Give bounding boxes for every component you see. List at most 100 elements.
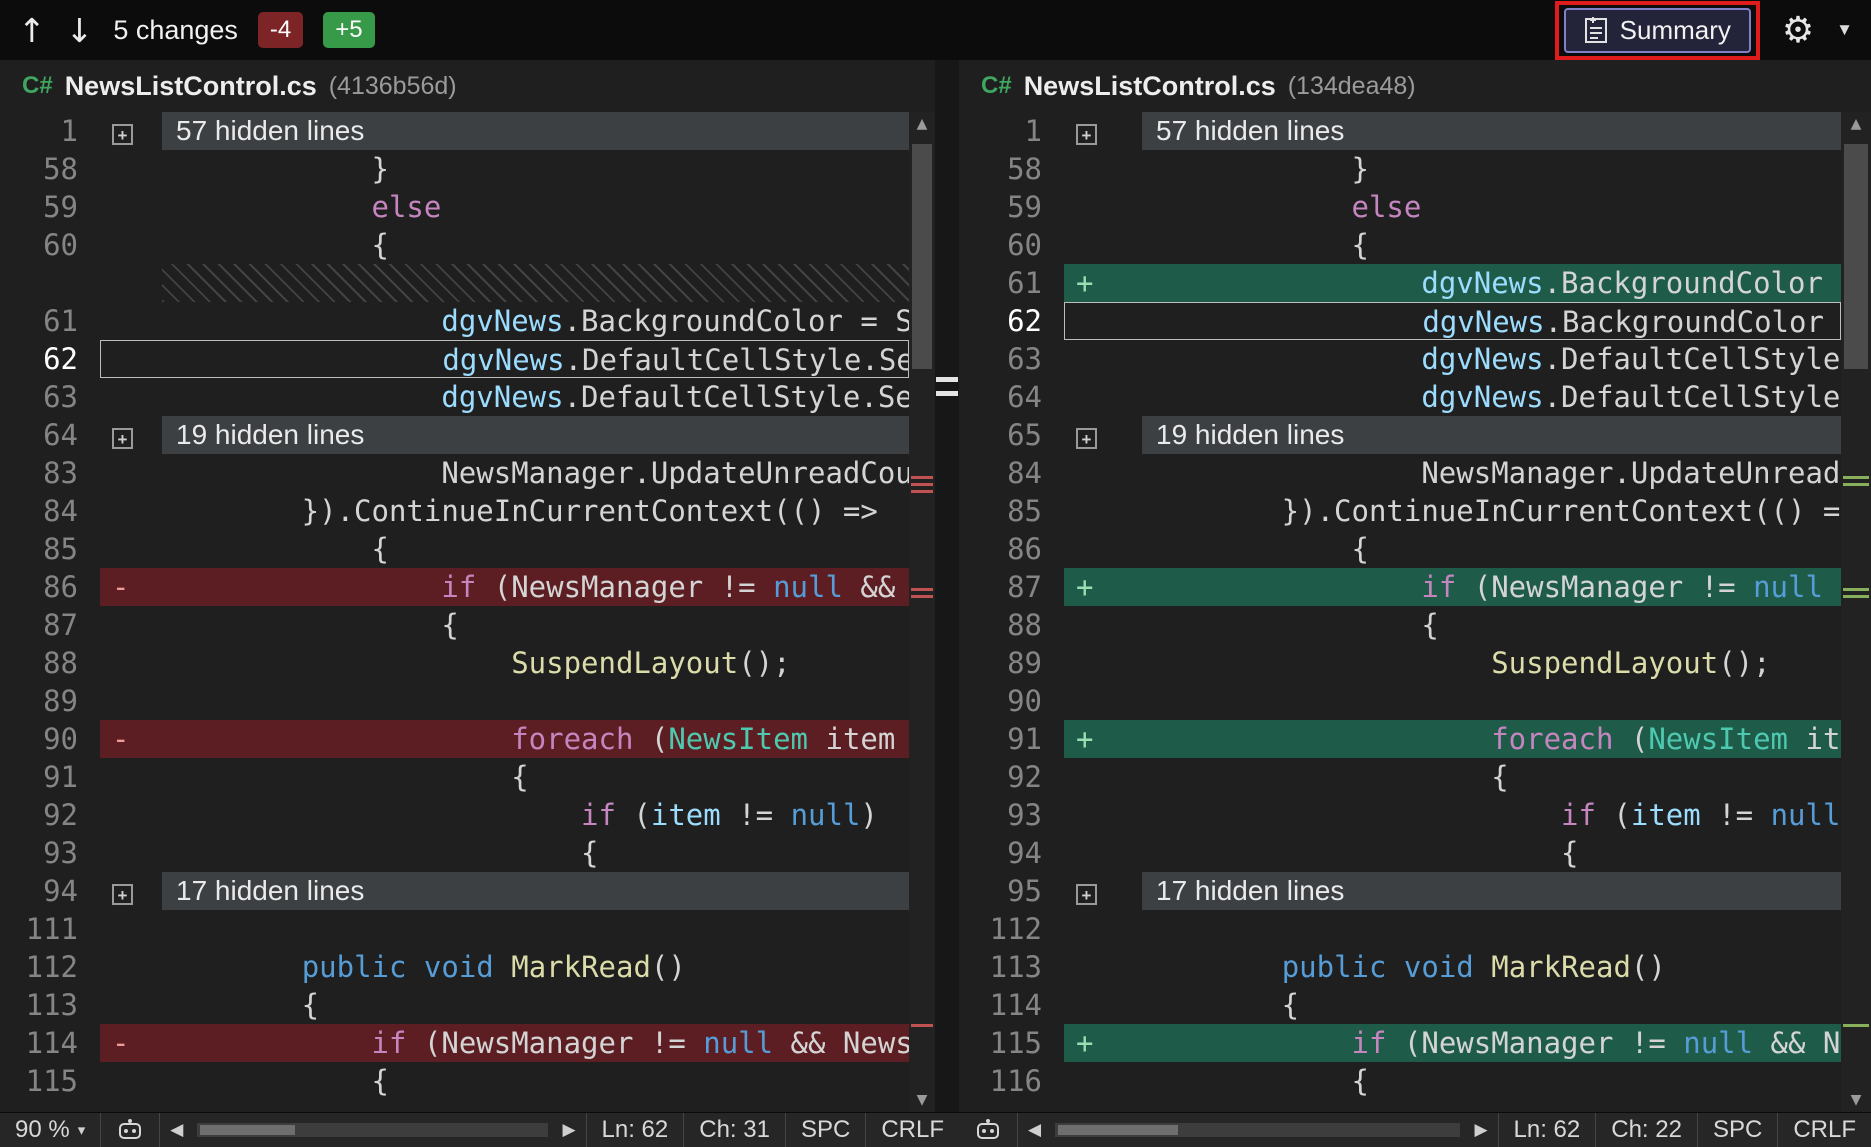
expand-icon[interactable]: + (1076, 428, 1097, 449)
line-body[interactable]: +57 hidden lines (100, 112, 909, 150)
code-row[interactable]: 87 { (0, 606, 909, 644)
code-row[interactable]: 63 dgvNews.DefaultCellStyle.SelectionFor… (0, 378, 909, 416)
line-number[interactable]: 59 (959, 188, 1064, 226)
line-body[interactable]: } (1064, 150, 1841, 188)
code-row[interactable]: 88 { (959, 606, 1841, 644)
line-body[interactable]: if (item != null) (100, 796, 909, 834)
code-row[interactable]: 94 { (959, 834, 1841, 872)
code-row[interactable]: 113 public void MarkRead() (959, 948, 1841, 986)
code-row[interactable]: 59 else (959, 188, 1841, 226)
line-body[interactable]: +17 hidden lines (100, 872, 909, 910)
right-scrollbar-thumb[interactable] (1844, 144, 1868, 369)
status-whitespace-mode[interactable]: SPC (786, 1113, 866, 1147)
hidden-lines-row[interactable]: 65+19 hidden lines (959, 416, 1841, 454)
line-body[interactable]: +19 hidden lines (100, 416, 909, 454)
line-body[interactable]: { (100, 758, 909, 796)
hidden-lines-band[interactable]: 57 hidden lines (1142, 112, 1841, 150)
line-body[interactable]: { (1064, 986, 1841, 1024)
hidden-lines-band[interactable]: 17 hidden lines (1142, 872, 1841, 910)
code-row[interactable]: 58 } (959, 150, 1841, 188)
code-row[interactable]: 85 }).ContinueInCurrentContext(() => (959, 492, 1841, 530)
code-row[interactable]: 90 (959, 682, 1841, 720)
line-body[interactable]: - if (NewsManager != null && NewsManager… (100, 1024, 909, 1062)
code-row[interactable]: 115+ if (NewsManager != null && NewsMana… (959, 1024, 1841, 1062)
code-row[interactable]: 88 SuspendLayout(); (0, 644, 909, 682)
scroll-down-button[interactable]: ▼ (909, 1088, 935, 1112)
settings-gear-icon[interactable]: ⚙ (1782, 10, 1814, 51)
line-body[interactable]: }).ContinueInCurrentContext(() => (100, 492, 909, 530)
status-whitespace-mode[interactable]: SPC (1698, 1113, 1778, 1147)
line-body[interactable]: { (100, 1062, 909, 1100)
status-line-ending[interactable]: CRLF (866, 1113, 959, 1147)
code-row[interactable]: 91 { (0, 758, 909, 796)
line-body[interactable]: dgvNews.BackgroundColor = SystemColors.W… (1064, 302, 1841, 340)
code-row[interactable]: 62 dgvNews.BackgroundColor = SystemColor… (959, 302, 1841, 340)
code-row[interactable]: 92 { (959, 758, 1841, 796)
hscroll-thumb[interactable] (200, 1125, 295, 1135)
line-body[interactable] (100, 910, 909, 948)
code-row[interactable]: 89 SuspendLayout(); (959, 644, 1841, 682)
line-body[interactable]: }).ContinueInCurrentContext(() => (1064, 492, 1841, 530)
line-number[interactable]: 115 (0, 1062, 100, 1100)
line-number[interactable]: 86 (0, 568, 100, 606)
line-number[interactable]: 58 (959, 150, 1064, 188)
filler-row[interactable] (0, 264, 909, 302)
status-line-ending[interactable]: CRLF (1778, 1113, 1871, 1147)
line-body[interactable]: + if (NewsManager != null && NewsManager… (1064, 568, 1841, 606)
next-change-icon[interactable]: ↓ (66, 11, 94, 50)
line-body[interactable]: dgvNews.DefaultCellStyle.SelectionBackCo… (1064, 340, 1841, 378)
hscroll-track[interactable] (1055, 1123, 1460, 1137)
line-body[interactable]: NewsManager.UpdateUnreadCount(); (1064, 454, 1841, 492)
code-row[interactable]: 114 { (959, 986, 1841, 1024)
hidden-lines-row[interactable]: 1+57 hidden lines (959, 112, 1841, 150)
line-body[interactable]: + foreach (NewsItem item in NewsManager.… (1064, 720, 1841, 758)
left-vertical-scrollbar[interactable]: ▲ ▼ (909, 112, 935, 1112)
scroll-left-icon[interactable]: ◀ (1018, 1120, 1051, 1140)
scroll-left-icon[interactable]: ◀ (160, 1120, 193, 1140)
line-number[interactable]: 115 (959, 1024, 1064, 1062)
scroll-down-button[interactable]: ▼ (1841, 1088, 1871, 1112)
code-row[interactable]: 116 { (959, 1062, 1841, 1100)
hidden-lines-band[interactable]: 57 hidden lines (162, 112, 909, 150)
line-number[interactable]: 95 (959, 872, 1064, 910)
scroll-right-icon[interactable]: ▶ (552, 1120, 585, 1140)
right-scrollbar-track[interactable] (1841, 136, 1871, 1088)
line-number[interactable]: 113 (959, 948, 1064, 986)
line-body[interactable]: { (1064, 1062, 1841, 1100)
code-row[interactable]: 89 (0, 682, 909, 720)
line-body[interactable]: dgvNews.BackgroundColor = SystemColors.W… (100, 302, 909, 340)
line-body[interactable]: public void MarkRead() (1064, 948, 1841, 986)
line-number[interactable]: 64 (0, 416, 100, 454)
line-body[interactable]: dgvNews.DefaultCellStyle.SelectionForeCo… (100, 378, 909, 416)
line-body[interactable]: { (1064, 530, 1841, 568)
line-body[interactable] (100, 682, 909, 720)
code-row[interactable]: 63 dgvNews.DefaultCellStyle.SelectionBac… (959, 340, 1841, 378)
code-row[interactable]: 91+ foreach (NewsItem item in NewsManage… (959, 720, 1841, 758)
line-body[interactable] (100, 264, 909, 302)
zoom-level[interactable]: 90 % ▾ (0, 1113, 101, 1147)
line-number[interactable]: 88 (0, 644, 100, 682)
code-row[interactable]: 85 { (0, 530, 909, 568)
code-row[interactable]: 93 { (0, 834, 909, 872)
left-horizontal-scrollbar[interactable]: ◀ ▶ (160, 1113, 586, 1147)
code-row[interactable]: 112 (959, 910, 1841, 948)
line-number[interactable]: 83 (0, 454, 100, 492)
robot-icon-cell[interactable] (101, 1113, 160, 1147)
scroll-up-button[interactable]: ▲ (1841, 112, 1871, 136)
line-number[interactable]: 85 (0, 530, 100, 568)
line-body[interactable]: - if (NewsManager != null && NewsManager… (100, 568, 909, 606)
hidden-lines-row[interactable]: 95+17 hidden lines (959, 872, 1841, 910)
code-row[interactable]: 60 { (959, 226, 1841, 264)
line-number[interactable]: 64 (959, 378, 1064, 416)
line-number[interactable]: 60 (0, 226, 100, 264)
code-row[interactable]: 113 { (0, 986, 909, 1024)
code-row[interactable]: 84 }).ContinueInCurrentContext(() => (0, 492, 909, 530)
expand-icon[interactable]: + (1076, 124, 1097, 145)
code-row[interactable]: 114- if (NewsManager != null && NewsMana… (0, 1024, 909, 1062)
line-number[interactable]: 112 (959, 910, 1064, 948)
line-number[interactable]: 92 (0, 796, 100, 834)
line-number[interactable]: 65 (959, 416, 1064, 454)
line-body[interactable]: { (1064, 758, 1841, 796)
left-scrollbar-track[interactable] (909, 136, 935, 1088)
line-body[interactable] (1064, 910, 1841, 948)
